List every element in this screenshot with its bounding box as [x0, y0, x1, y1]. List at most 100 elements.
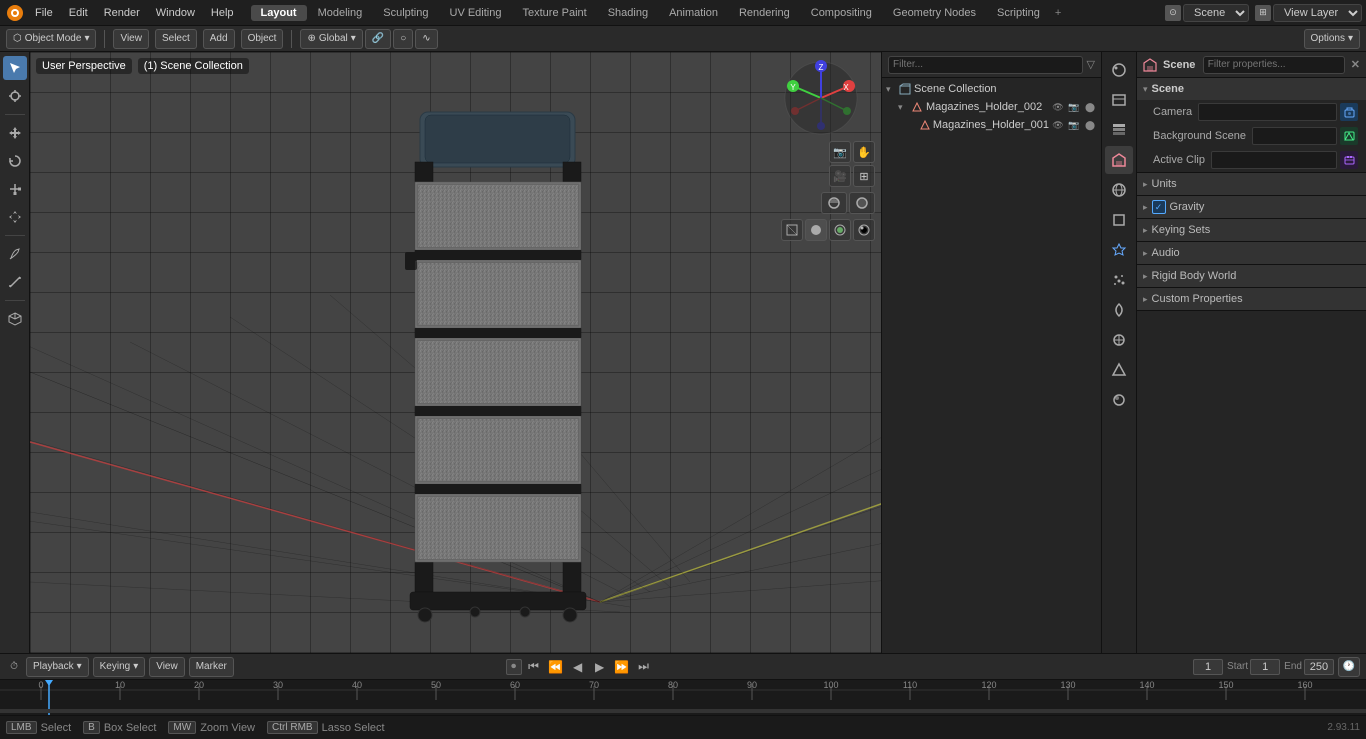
holder001-render-icon[interactable]: ⬤ — [1083, 118, 1097, 132]
camera-icon-btn[interactable] — [1340, 103, 1358, 121]
add-menu-btn[interactable]: Add — [203, 29, 235, 49]
physics-props-btn[interactable] — [1105, 296, 1133, 324]
overlay-toggle-btn[interactable] — [821, 192, 847, 214]
status-select[interactable]: LMB Select — [6, 721, 71, 734]
tab-uv-editing[interactable]: UV Editing — [440, 5, 512, 21]
mode-dropdown[interactable]: ⬡ Object Mode ▾ — [6, 29, 96, 49]
modifier-props-btn[interactable] — [1105, 236, 1133, 264]
current-frame-field[interactable]: 1 — [1193, 659, 1223, 675]
camera2-btn[interactable]: 🎥 — [829, 165, 851, 187]
status-lasso-select[interactable]: Ctrl RMB Lasso Select — [267, 721, 385, 734]
render-props-btn[interactable] — [1105, 56, 1133, 84]
status-zoom-view[interactable]: MW Zoom View — [168, 721, 255, 734]
start-frame-field[interactable]: 1 — [1250, 659, 1280, 675]
tab-shading[interactable]: Shading — [598, 5, 658, 21]
jump-start-btn[interactable]: ⏮ — [524, 657, 544, 677]
cursor-tool-btn[interactable] — [3, 84, 27, 108]
move-tool-btn[interactable] — [3, 121, 27, 145]
menu-file[interactable]: File — [28, 5, 60, 21]
tab-sculpting[interactable]: Sculpting — [373, 5, 438, 21]
status-box-select[interactable]: B Box Select — [83, 721, 156, 734]
material-mode-btn[interactable] — [829, 219, 851, 241]
transform-orientation-btn[interactable]: ⊕ Global ▾ — [300, 29, 362, 49]
object-data-props-btn[interactable] — [1105, 356, 1133, 384]
view-layer-props-btn[interactable] — [1105, 116, 1133, 144]
proportional-editing-btn[interactable]: ○ — [393, 29, 413, 49]
tab-rendering[interactable]: Rendering — [729, 5, 800, 21]
play-btn[interactable]: ▶ — [590, 657, 610, 677]
select-tool-btn[interactable] — [3, 56, 27, 80]
timeline-scroll-bar[interactable] — [0, 709, 1366, 713]
tab-layout[interactable]: Layout — [251, 5, 307, 21]
camera-view-btn[interactable]: 📷 — [829, 141, 851, 163]
outliner-item-holder001[interactable]: Magazines_Holder_001 👁 📷 ⬤ — [882, 116, 1101, 134]
gravity-checkbox[interactable] — [1152, 200, 1166, 214]
transform-tool-btn[interactable] — [3, 205, 27, 229]
options-btn[interactable]: Options ▾ — [1304, 29, 1361, 49]
next-keyframe-btn[interactable]: ⏩ — [612, 657, 632, 677]
custom-props-section-toggle[interactable]: ▸ Custom Properties — [1137, 288, 1366, 310]
menu-help[interactable]: Help — [204, 5, 241, 21]
menu-edit[interactable]: Edit — [62, 5, 95, 21]
background-scene-icon-btn[interactable] — [1340, 127, 1358, 145]
holder002-render-icon[interactable]: ⬤ — [1083, 100, 1097, 114]
holder002-eye-icon[interactable]: 👁 — [1051, 100, 1065, 114]
menu-render[interactable]: Render — [97, 5, 147, 21]
object-props-btn[interactable] — [1105, 206, 1133, 234]
solid-mode-btn[interactable] — [805, 219, 827, 241]
select-menu-btn[interactable]: Select — [155, 29, 197, 49]
timeline-track[interactable]: 0 10 20 30 40 50 60 70 80 90 100 110 120 — [0, 679, 1366, 715]
units-section-toggle[interactable]: ▸ Units — [1137, 173, 1366, 195]
outliner-filter-btn[interactable]: ▽ — [1087, 58, 1095, 71]
active-clip-value-field[interactable] — [1211, 151, 1337, 169]
background-scene-value-field[interactable] — [1252, 127, 1337, 145]
marker-btn[interactable]: Marker — [189, 657, 234, 677]
active-clip-icon-btn[interactable] — [1340, 151, 1358, 169]
scene-collection-label[interactable]: (1) Scene Collection — [138, 58, 249, 74]
rendered-mode-btn[interactable] — [853, 219, 875, 241]
rigid-body-section-toggle[interactable]: ▸ Rigid Body World — [1137, 265, 1366, 287]
tab-texture-paint[interactable]: Texture Paint — [512, 5, 596, 21]
object-menu-btn[interactable]: Object — [241, 29, 284, 49]
tab-geometry-nodes[interactable]: Geometry Nodes — [883, 5, 986, 21]
tab-modeling[interactable]: Modeling — [308, 5, 373, 21]
add-cube-btn[interactable] — [3, 307, 27, 331]
outliner-scene-collection[interactable]: ▾ Scene Collection — [882, 80, 1101, 98]
playback-btn[interactable]: Playback ▾ — [26, 657, 89, 677]
output-props-btn[interactable] — [1105, 86, 1133, 114]
snap-btn[interactable]: 🔗 — [365, 29, 391, 49]
prev-keyframe-btn[interactable]: ⏪ — [546, 657, 566, 677]
measure-tool-btn[interactable] — [3, 270, 27, 294]
scene-dropdown[interactable]: Scene — [1183, 4, 1249, 22]
material-props-btn[interactable] — [1105, 386, 1133, 414]
camera-perspective-label[interactable]: User Perspective — [36, 58, 132, 74]
annotate-tool-btn[interactable] — [3, 242, 27, 266]
xray-toggle-btn[interactable] — [849, 192, 875, 214]
proportional-falloff-btn[interactable]: ∿ — [415, 29, 437, 49]
menu-window[interactable]: Window — [149, 5, 202, 21]
audio-section-toggle[interactable]: ▸ Audio — [1137, 242, 1366, 264]
end-frame-field[interactable]: 250 — [1304, 659, 1334, 675]
scale-tool-btn[interactable] — [3, 177, 27, 201]
rotate-tool-btn[interactable] — [3, 149, 27, 173]
particles-props-btn[interactable] — [1105, 266, 1133, 294]
holder001-camera-icon[interactable]: 📷 — [1067, 118, 1081, 132]
prop-panel-close-btn[interactable]: ✕ — [1351, 58, 1360, 71]
gravity-section-toggle[interactable]: ▸ Gravity — [1137, 196, 1366, 218]
blender-logo[interactable] — [4, 2, 26, 24]
view-layer-dropdown[interactable]: View Layer — [1273, 4, 1362, 22]
add-workspace-btn[interactable]: + — [1055, 7, 1061, 19]
jump-end-btn[interactable]: ⏭ — [634, 657, 654, 677]
camera-value-field[interactable] — [1198, 103, 1337, 121]
world-props-btn[interactable] — [1105, 176, 1133, 204]
constraints-props-btn[interactable] — [1105, 326, 1133, 354]
tab-scripting[interactable]: Scripting — [987, 5, 1050, 21]
hand-tool-btn[interactable]: ✋ — [853, 141, 875, 163]
holder001-eye-icon[interactable]: 👁 — [1051, 118, 1065, 132]
scene-props-btn[interactable] — [1105, 146, 1133, 174]
viewport[interactable]: User Perspective (1) Scene Collection X … — [30, 52, 881, 653]
outliner-item-holder002[interactable]: ▾ Magazines_Holder_002 👁 📷 ⬤ — [882, 98, 1101, 116]
tab-animation[interactable]: Animation — [659, 5, 728, 21]
wireframe-mode-btn[interactable] — [781, 219, 803, 241]
keying-sets-section-toggle[interactable]: ▸ Keying Sets — [1137, 219, 1366, 241]
